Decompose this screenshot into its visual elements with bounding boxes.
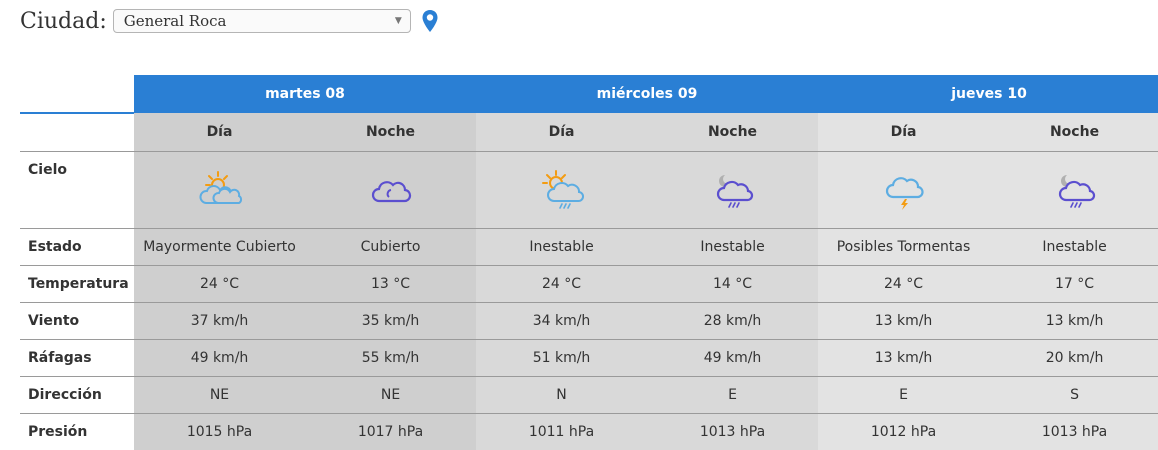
moon-cloud-rain-icon: [1051, 169, 1099, 211]
gust-cell: 49 km/h: [647, 340, 818, 377]
state-cell: Posibles Tormentas: [818, 229, 989, 266]
row-label-pressure: Presión: [20, 414, 134, 450]
wind-cell: 34 km/h: [476, 303, 647, 340]
period-header: Noche: [647, 113, 818, 152]
gust-cell: 49 km/h: [134, 340, 305, 377]
pressure-cell: 1017 hPa: [305, 414, 476, 450]
days-header-row: martes 08 miércoles 09 jueves 10: [20, 75, 1158, 113]
row-label-temperature: Temperatura: [20, 266, 134, 303]
period-corner: [20, 113, 134, 152]
period-header: Noche: [989, 113, 1158, 152]
state-cell: Inestable: [647, 229, 818, 266]
wind-row: Viento 37 km/h 35 km/h 34 km/h 28 km/h 1…: [20, 303, 1158, 340]
wind-cell: 28 km/h: [647, 303, 818, 340]
header-corner: [20, 75, 134, 113]
period-header: Día: [134, 113, 305, 152]
pressure-cell: 1011 hPa: [476, 414, 647, 450]
day-header: miércoles 09: [476, 75, 818, 113]
direction-cell: NE: [134, 377, 305, 414]
chevron-down-icon: ▼: [395, 16, 402, 26]
direction-cell: S: [989, 377, 1158, 414]
temperature-cell: 14 °C: [647, 266, 818, 303]
state-cell: Cubierto: [305, 229, 476, 266]
gust-cell: 20 km/h: [989, 340, 1158, 377]
city-label: Ciudad:: [20, 9, 107, 34]
city-select-value: General Roca: [124, 12, 227, 30]
sun-cloud-rain-icon: [538, 169, 586, 211]
temperature-cell: 13 °C: [305, 266, 476, 303]
forecast-table: martes 08 miércoles 09 jueves 10 Día Noc…: [20, 75, 1158, 450]
direction-row: Dirección NE NE N E E S: [20, 377, 1158, 414]
period-header: Día: [818, 113, 989, 152]
wind-cell: 35 km/h: [305, 303, 476, 340]
moon-cloud-rain-icon: [709, 169, 757, 211]
gust-cell: 51 km/h: [476, 340, 647, 377]
pressure-cell: 1012 hPa: [818, 414, 989, 450]
period-header: Día: [476, 113, 647, 152]
period-header-row: Día Noche Día Noche Día Noche: [20, 113, 1158, 152]
pressure-cell: 1015 hPa: [134, 414, 305, 450]
period-header: Noche: [305, 113, 476, 152]
state-row: Estado Mayormente Cubierto Cubierto Ines…: [20, 229, 1158, 266]
temperature-cell: 24 °C: [818, 266, 989, 303]
sun-cloud-icon: [196, 169, 244, 211]
day-header: martes 08: [134, 75, 476, 113]
city-select[interactable]: General Roca ▼: [113, 9, 411, 33]
location-pin-icon[interactable]: [421, 9, 439, 33]
wind-cell: 13 km/h: [818, 303, 989, 340]
row-label-direction: Dirección: [20, 377, 134, 414]
gust-row: Ráfagas 49 km/h 55 km/h 51 km/h 49 km/h …: [20, 340, 1158, 377]
state-cell: Inestable: [989, 229, 1158, 266]
wind-cell: 13 km/h: [989, 303, 1158, 340]
row-label-state: Estado: [20, 229, 134, 266]
storm-icon: [880, 169, 928, 211]
pressure-row: Presión 1015 hPa 1017 hPa 1011 hPa 1013 …: [20, 414, 1158, 450]
direction-cell: N: [476, 377, 647, 414]
row-label-wind: Viento: [20, 303, 134, 340]
row-label-gust: Ráfagas: [20, 340, 134, 377]
sky-row: Cielo: [20, 152, 1158, 229]
direction-cell: E: [647, 377, 818, 414]
temperature-row: Temperatura 24 °C 13 °C 24 °C 14 °C 24 °…: [20, 266, 1158, 303]
temperature-cell: 24 °C: [134, 266, 305, 303]
cloud-icon: [367, 169, 415, 211]
pressure-cell: 1013 hPa: [647, 414, 818, 450]
row-label-sky: Cielo: [20, 152, 134, 229]
city-selector-bar: Ciudad: General Roca ▼: [20, 6, 439, 36]
state-cell: Inestable: [476, 229, 647, 266]
gust-cell: 55 km/h: [305, 340, 476, 377]
state-cell: Mayormente Cubierto: [134, 229, 305, 266]
day-header: jueves 10: [818, 75, 1158, 113]
direction-cell: NE: [305, 377, 476, 414]
gust-cell: 13 km/h: [818, 340, 989, 377]
temperature-cell: 17 °C: [989, 266, 1158, 303]
temperature-cell: 24 °C: [476, 266, 647, 303]
wind-cell: 37 km/h: [134, 303, 305, 340]
direction-cell: E: [818, 377, 989, 414]
pressure-cell: 1013 hPa: [989, 414, 1158, 450]
